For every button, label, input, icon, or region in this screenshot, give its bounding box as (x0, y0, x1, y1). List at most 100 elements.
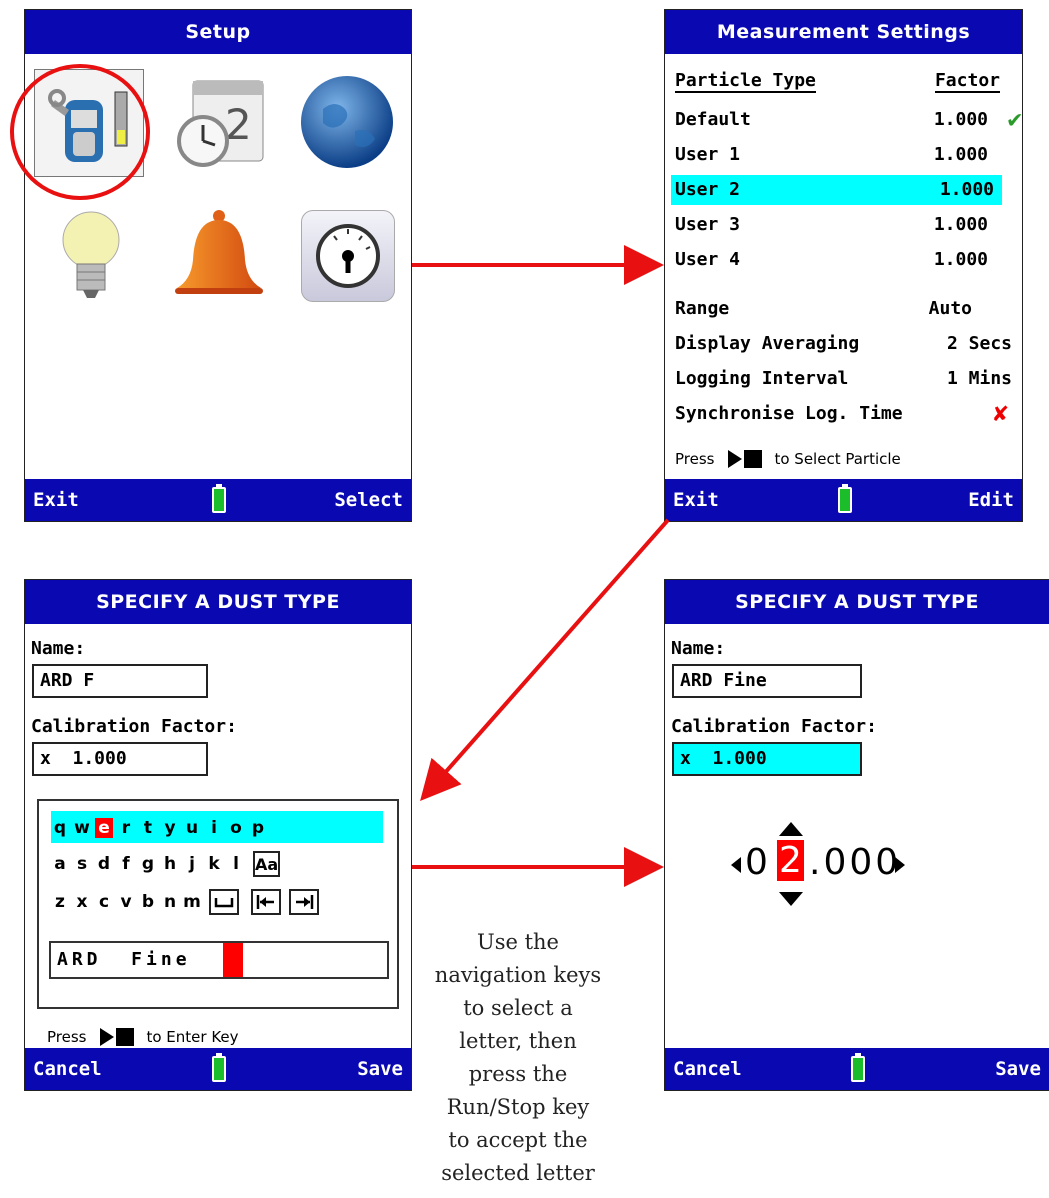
on-screen-keyboard: q w e r t y u i o p a s d f g h j k l Aa… (37, 799, 399, 1009)
key[interactable]: w (73, 818, 91, 838)
battery-icon (837, 484, 852, 513)
cancel-button[interactable]: Cancel (33, 1058, 102, 1080)
measurement-bottom-bar: Exit Edit (665, 479, 1022, 521)
stop-icon (744, 450, 763, 468)
name-field[interactable]: ARD Fine (672, 664, 862, 698)
tab-key-icon[interactable] (289, 889, 319, 915)
setup-bottom-bar: Exit Select (25, 479, 411, 521)
select-button[interactable]: Select (334, 489, 403, 511)
dust-type-factor-screen: SPECIFY A DUST TYPE Name: ARD Fine Calib… (664, 579, 1049, 1091)
bell-icon[interactable] (165, 204, 273, 310)
keyboard-row-1: q w e r t y u i o p (51, 813, 271, 843)
key[interactable]: n (161, 892, 179, 912)
arrow-measurement-to-keyboard (420, 518, 670, 801)
particle-row-user1[interactable]: User 1 1.000 (671, 140, 1016, 170)
dust-right-bottom-bar: Cancel Save (665, 1048, 1049, 1090)
measurement-settings-screen: Measurement Settings Particle Type Facto… (664, 9, 1023, 522)
digit-right-arrow-icon[interactable] (895, 857, 905, 873)
key[interactable]: u (183, 818, 201, 838)
dust-title: SPECIFY A DUST TYPE (665, 580, 1049, 624)
text-cursor (223, 943, 243, 977)
date-time-icon[interactable]: 2 (165, 69, 273, 175)
calibration-factor-field[interactable]: x 1.000 (32, 742, 208, 776)
name-label: Name: (31, 638, 86, 659)
battery-icon (212, 1053, 226, 1082)
key[interactable]: l (227, 854, 245, 874)
key[interactable]: r (117, 818, 135, 838)
key[interactable]: d (95, 854, 113, 874)
key[interactable]: j (183, 854, 201, 874)
key[interactable]: k (205, 854, 223, 874)
key[interactable]: b (139, 892, 157, 912)
press-hint: Press to Enter Key (47, 1028, 239, 1046)
dust-left-bottom-bar: Cancel Save (25, 1048, 411, 1090)
keyboard-row-2: a s d f g h j k l Aa (51, 849, 281, 879)
digit-prefix: 0 (745, 842, 768, 883)
dust-type-keyboard-screen: SPECIFY A DUST TYPE Name: ARD F Calibrat… (24, 579, 412, 1091)
key[interactable]: a (51, 854, 69, 874)
space-key-icon[interactable] (209, 889, 239, 915)
calibration-factor-label: Calibration Factor: (671, 716, 877, 737)
stop-icon (116, 1028, 135, 1046)
factor-header: Factor (934, 70, 1000, 93)
cancel-button[interactable]: Cancel (673, 1058, 742, 1080)
save-button[interactable]: Save (357, 1058, 403, 1080)
key[interactable]: y (161, 818, 179, 838)
key[interactable]: m (183, 892, 201, 912)
name-label: Name: (671, 638, 726, 659)
key[interactable]: s (73, 854, 91, 874)
calibration-factor-label: Calibration Factor: (31, 716, 237, 737)
digit-editor[interactable]: 0 2 .000 (731, 820, 971, 910)
key[interactable]: t (139, 818, 157, 838)
particle-row-user4[interactable]: User 4 1.000 (671, 245, 1016, 275)
key[interactable]: v (117, 892, 135, 912)
key[interactable]: p (249, 818, 267, 838)
key[interactable]: h (161, 854, 179, 874)
dust-title: SPECIFY A DUST TYPE (25, 580, 411, 624)
cross-icon: ✘ (993, 399, 1008, 427)
check-icon: ✔ (1007, 105, 1022, 133)
svg-text:2: 2 (225, 100, 252, 149)
gauge-icon[interactable] (301, 210, 395, 302)
particle-type-header: Particle Type (675, 70, 816, 93)
setting-logging-interval[interactable]: Logging Interval 1 Mins (671, 364, 1016, 394)
particle-row-user2[interactable]: User 2 1.000 (671, 175, 1002, 205)
backspace-key-icon[interactable] (251, 889, 281, 915)
key[interactable]: i (205, 818, 223, 838)
key[interactable]: q (51, 818, 69, 838)
particle-row-default[interactable]: Default 1.000 ✔ (671, 105, 1022, 135)
key[interactable]: g (139, 854, 157, 874)
keyboard-row-3: z x c v b n m (51, 887, 319, 917)
edit-button[interactable]: Edit (968, 489, 1014, 511)
calibration-factor-field[interactable]: x 1.000 (672, 742, 862, 776)
name-field[interactable]: ARD F (32, 664, 208, 698)
setting-display-averaging[interactable]: Display Averaging 2 Secs (671, 329, 1016, 359)
digit-left-arrow-icon[interactable] (731, 857, 741, 873)
setting-synchronise-log-time[interactable]: Synchronise Log. Time ✘ (671, 399, 1016, 429)
setup-title: Setup (25, 10, 411, 54)
play-icon (100, 1028, 115, 1046)
battery-icon (851, 1053, 865, 1082)
instruction-caption: Use the navigation keys to select a lett… (434, 930, 602, 1185)
measurement-title: Measurement Settings (665, 10, 1022, 54)
key[interactable]: f (117, 854, 135, 874)
save-button[interactable]: Save (995, 1058, 1041, 1080)
digit-selected[interactable]: 2 (777, 840, 804, 881)
digit-up-arrow-icon[interactable] (779, 822, 803, 836)
exit-button[interactable]: Exit (673, 489, 719, 511)
particle-row-user3[interactable]: User 3 1.000 (671, 210, 1016, 240)
text-entry-field[interactable]: ARD Fine (49, 941, 389, 979)
play-icon (728, 450, 743, 468)
key-selected[interactable]: e (95, 818, 113, 838)
digit-down-arrow-icon[interactable] (779, 892, 803, 906)
key[interactable]: o (227, 818, 245, 838)
case-toggle-key[interactable]: Aa (253, 851, 281, 877)
setting-range[interactable]: Range Auto (671, 294, 1016, 324)
lightbulb-icon[interactable] (37, 204, 145, 310)
exit-button[interactable]: Exit (33, 489, 79, 511)
key[interactable]: x (73, 892, 91, 912)
globe-icon[interactable] (293, 69, 401, 175)
digit-suffix: .000 (809, 842, 902, 883)
key[interactable]: c (95, 892, 113, 912)
key[interactable]: z (51, 892, 69, 912)
